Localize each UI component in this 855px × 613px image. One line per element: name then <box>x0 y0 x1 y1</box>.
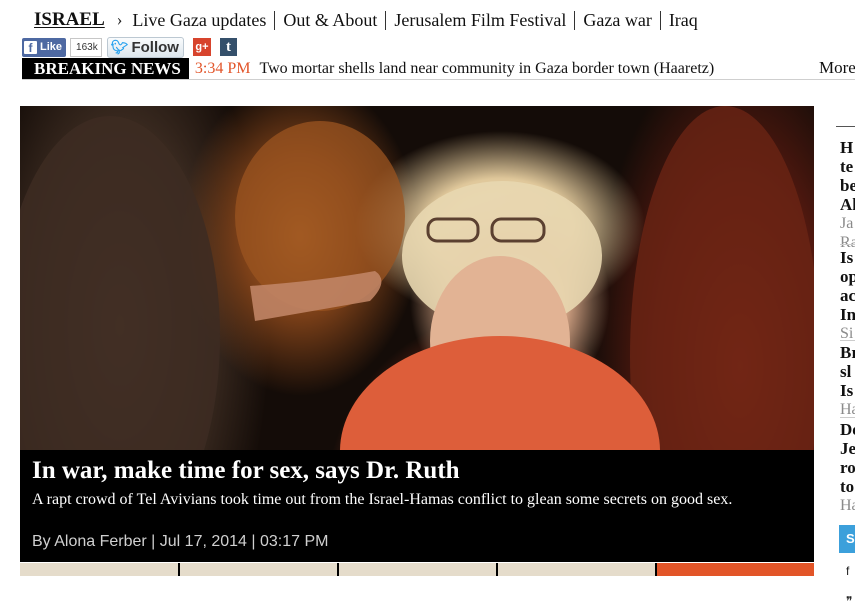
rail-story-title: Is <box>840 248 854 267</box>
nav-item-gaza-war[interactable]: Gaza war <box>575 10 659 31</box>
rail-story[interactable]: Br sl Is Ha <box>840 343 855 419</box>
photo-figure-right <box>630 106 814 450</box>
breaking-news-bar: BREAKING NEWS 3:34 PM Two mortar shells … <box>22 58 855 80</box>
rail-story[interactable]: De Je ro to Ha <box>840 420 855 515</box>
rail-story-title: In <box>840 305 855 324</box>
slider-tab-active[interactable] <box>657 563 814 576</box>
breaking-news-headline[interactable]: Two mortar shells land near community in… <box>259 60 714 78</box>
photo-figure-left <box>20 116 220 450</box>
facebook-like-label: Like <box>40 41 63 53</box>
facebook-icon: f <box>24 40 37 55</box>
rail-story-title: Br <box>840 343 855 362</box>
rail-icon: f <box>846 564 850 578</box>
rail-story-title: H <box>840 138 854 157</box>
hero-dek: A rapt crowd of Tel Avivians took time o… <box>32 491 733 508</box>
rail-story-title: op <box>840 267 855 286</box>
rail-story-title: sl <box>840 362 852 381</box>
photo-blouse <box>340 336 660 450</box>
rail-divider <box>840 340 855 341</box>
quote-icon: ❞ <box>846 594 853 608</box>
twitter-follow-button[interactable]: 🐦︎ Follow <box>106 36 184 58</box>
rail-story-title: be <box>840 176 855 195</box>
hero-caption: In war, make time for sex, says Dr. Ruth… <box>20 450 814 562</box>
twitter-bird-icon: 🐦︎ <box>110 38 129 55</box>
tumblr-icon[interactable]: t <box>219 38 237 56</box>
breaking-news-more-link[interactable]: More <box>819 58 855 78</box>
section-link-israel[interactable]: ISRAEL <box>34 9 105 31</box>
hero-slider-tabs <box>20 563 814 576</box>
rail-story-author: Ja <box>840 215 854 232</box>
hero-headline[interactable]: In war, make time for sex, says Dr. Ruth <box>32 457 460 485</box>
rail-story-title: ac <box>840 286 855 305</box>
nav-item-live-gaza-updates[interactable]: Live Gaza updates <box>132 10 274 31</box>
rail-story[interactable]: Is op ac In Si <box>840 248 855 343</box>
rail-story[interactable]: H te be Al Ja Ra <box>840 138 855 252</box>
nav-item-out-about[interactable]: Out & About <box>275 10 385 31</box>
rail-story-title: ro <box>840 458 855 477</box>
social-buttons: f Like 163k 🐦︎ Follow g+ t <box>22 36 237 58</box>
slider-tab[interactable] <box>498 563 657 576</box>
chevron-right-icon: › <box>116 10 123 29</box>
rail-story-title: Is <box>840 381 854 400</box>
facebook-like-count: 163k <box>70 37 102 57</box>
rail-divider <box>840 417 855 418</box>
top-nav: ISRAEL › Live Gaza updates Out & About J… <box>34 7 706 33</box>
slider-tab[interactable] <box>339 563 498 576</box>
slider-tab[interactable] <box>20 563 180 576</box>
hero-byline: By Alona Ferber | Jul 17, 2014 | 03:17 P… <box>32 533 329 550</box>
nav-item-jerusalem-film-festival[interactable]: Jerusalem Film Festival <box>386 10 574 31</box>
facebook-like-button[interactable]: f Like <box>22 37 67 57</box>
rail-subscribe-box[interactable]: S <box>839 525 855 553</box>
googleplus-icon[interactable]: g+ <box>192 38 211 56</box>
slider-tab[interactable] <box>180 563 339 576</box>
hero-story[interactable]: In war, make time for sex, says Dr. Ruth… <box>20 106 814 562</box>
rail-top-rule <box>836 126 855 127</box>
nav-item-iraq[interactable]: Iraq <box>661 10 706 31</box>
hero-photo <box>20 106 814 450</box>
right-rail: H te be Al Ja Ra Is op ac In Si Br sl Is… <box>836 126 855 613</box>
rail-story-title: De <box>840 420 855 439</box>
rail-divider <box>840 244 855 245</box>
twitter-follow-label: Follow <box>131 38 179 56</box>
rail-story-title: Al <box>840 195 855 214</box>
rail-story-title: to <box>840 477 855 496</box>
breaking-news-time: 3:34 PM <box>194 59 251 77</box>
rail-story-title: Je <box>840 439 855 458</box>
rail-story-author: Ha <box>840 497 855 514</box>
breaking-news-label: BREAKING NEWS <box>22 58 189 79</box>
rail-story-title: te <box>840 157 854 176</box>
